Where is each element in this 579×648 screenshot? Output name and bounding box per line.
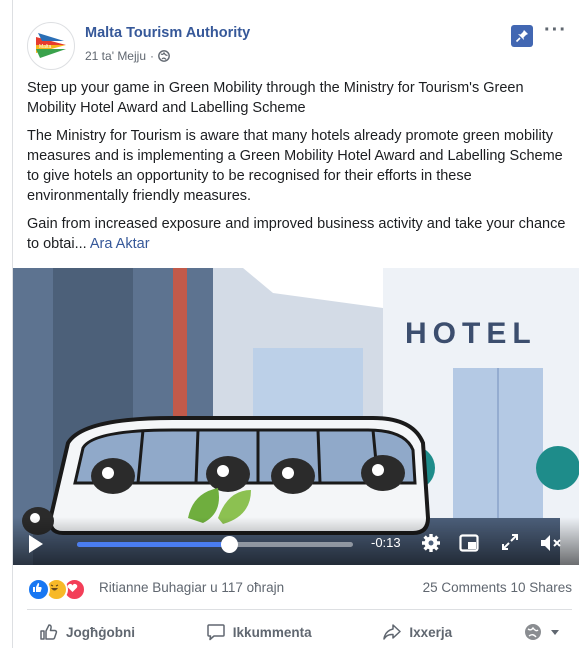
fullscreen-icon[interactable] xyxy=(501,533,519,551)
see-more-link[interactable]: Ara Aktar xyxy=(90,236,150,252)
post-date[interactable]: 21 ta' Mejju xyxy=(85,49,146,63)
post-meta: 21 ta' Mejju · xyxy=(85,49,170,63)
logo-text: Malta xyxy=(39,44,51,50)
post-actions: Jogħġobni Ikkummenta Ixxerja xyxy=(27,618,572,646)
globe-avatar-icon xyxy=(525,624,541,640)
reactors-text[interactable]: Ritianne Buhagiar u 117 oħrajn xyxy=(99,580,284,595)
share-label: Ixxerja xyxy=(409,624,453,640)
progress-fill xyxy=(77,542,229,547)
progress-track[interactable] xyxy=(77,536,353,553)
malta-logo-icon: Malta xyxy=(36,33,66,58)
comment-label: Ikkummenta xyxy=(232,624,312,640)
reaction-icons[interactable] xyxy=(27,578,86,601)
comment-bubble-icon xyxy=(207,624,225,641)
pin-icon xyxy=(515,30,528,43)
progress-knob[interactable] xyxy=(220,536,238,553)
globe-icon xyxy=(158,50,170,62)
settings-gear-icon[interactable] xyxy=(421,533,441,553)
audience-selector[interactable] xyxy=(511,622,572,642)
mute-icon[interactable] xyxy=(539,533,563,553)
comments-count[interactable]: 25 Comments xyxy=(423,580,507,595)
post-card: Malta Malta Tourism Authority 21 ta' Mej… xyxy=(12,0,579,648)
thumbs-up-icon xyxy=(40,624,58,640)
like-reaction-icon xyxy=(27,578,50,601)
post-paragraph-1: Step up your game in Green Mobility thro… xyxy=(27,80,524,116)
pinned-post-button[interactable] xyxy=(511,25,533,47)
play-icon[interactable] xyxy=(29,535,43,553)
like-label: Jogħġobni xyxy=(66,624,135,640)
post-paragraph-3: Gain from increased exposure and improve… xyxy=(27,214,567,254)
share-arrow-icon xyxy=(383,624,402,640)
picture-in-picture-icon[interactable] xyxy=(459,533,479,553)
post-body: Step up your game in Green Mobility thro… xyxy=(27,78,567,262)
engagement-counts: 25 Comments 10 Shares xyxy=(423,580,572,595)
post-header: Malta Malta Tourism Authority 21 ta' Mej… xyxy=(27,18,567,70)
post-paragraph-2: The Ministry for Tourism is aware that m… xyxy=(27,128,563,204)
hotel-sign: HOTEL xyxy=(405,317,537,350)
meta-separator: · xyxy=(150,49,154,63)
shares-count[interactable]: 10 Shares xyxy=(510,580,572,595)
page-avatar[interactable]: Malta xyxy=(27,22,75,70)
video-player[interactable]: HOTEL -0:13 xyxy=(13,268,579,565)
page-name-link[interactable]: Malta Tourism Authority xyxy=(85,25,250,41)
share-button[interactable]: Ixxerja xyxy=(370,622,464,642)
video-controls: -0:13 xyxy=(13,517,579,565)
caret-down-icon xyxy=(551,630,559,635)
reactions-bar: Ritianne Buhagiar u 117 oħrajn 25 Commen… xyxy=(27,578,572,601)
more-options-button[interactable]: ··· xyxy=(544,19,567,42)
comment-button[interactable]: Ikkummenta xyxy=(194,622,324,642)
time-remaining: -0:13 xyxy=(371,535,401,550)
actions-divider xyxy=(27,609,572,610)
like-button[interactable]: Jogħġobni xyxy=(27,622,147,642)
